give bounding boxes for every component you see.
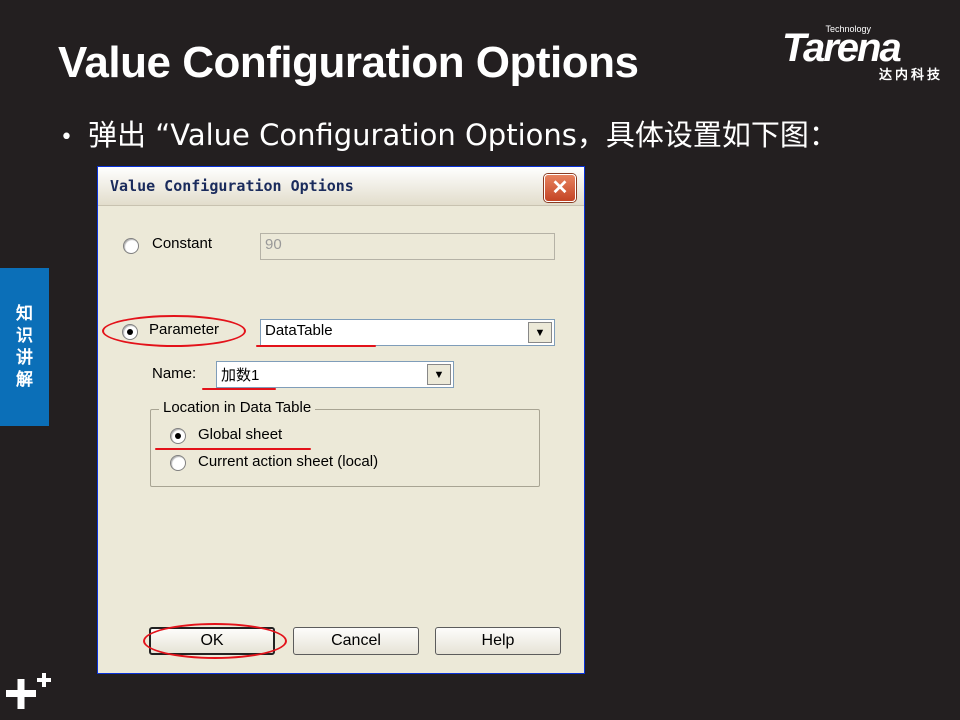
constant-value: 90	[265, 236, 282, 253]
constant-radio[interactable]	[123, 238, 139, 254]
tarena-logo: Technology Tarena 达内科技	[782, 24, 947, 84]
ok-highlight-ellipse	[143, 623, 287, 659]
bullet-dot-icon: •	[60, 124, 73, 150]
parameter-type-dropdown[interactable]: DataTable ▼	[260, 319, 555, 346]
bullet-text: 弹出 “Value Configuration Options，具体设置如下图：	[88, 118, 838, 152]
side-tab-char: 讲	[16, 348, 33, 368]
constant-label[interactable]: Constant	[152, 235, 212, 252]
location-group-title: Location in Data Table	[159, 399, 316, 416]
bullet-point: • 弹出 “Value Configuration Options，具体设置如下图…	[60, 112, 838, 154]
plus-logo-icon	[6, 673, 51, 709]
name-value: 加数1	[221, 367, 260, 384]
name-dropdown[interactable]: 加数1 ▼	[216, 361, 454, 388]
slide-title: Value Configuration Options	[58, 38, 639, 87]
value-configuration-dialog: Value Configuration Options ✕ Constant 9…	[97, 166, 585, 674]
dialog-title: Value Configuration Options	[110, 177, 354, 195]
side-tab-char: 知	[16, 304, 33, 324]
datatable-underline	[256, 345, 376, 347]
close-icon: ✕	[551, 177, 569, 199]
logo-wordmark: Tarena	[782, 26, 902, 70]
side-tab-char: 解	[16, 370, 33, 390]
cancel-button[interactable]: Cancel	[293, 627, 419, 655]
side-tab-knowledge: 知 识 讲 解	[0, 268, 49, 426]
constant-value-field: 90	[260, 233, 555, 260]
parameter-type-value: DataTable	[265, 322, 333, 339]
cancel-button-label: Cancel	[331, 632, 381, 649]
current-sheet-radio[interactable]	[170, 455, 186, 471]
global-sheet-radio[interactable]	[170, 428, 186, 444]
global-sheet-label[interactable]: Global sheet	[198, 426, 282, 443]
chevron-down-icon[interactable]: ▼	[528, 322, 552, 343]
current-sheet-label[interactable]: Current action sheet (local)	[198, 453, 378, 470]
dialog-titlebar[interactable]: Value Configuration Options ✕	[98, 167, 584, 206]
help-button-label: Help	[481, 632, 515, 649]
side-tab-char: 识	[16, 326, 33, 346]
logo-chinese-text: 达内科技	[878, 68, 943, 83]
chevron-down-icon[interactable]: ▼	[427, 364, 451, 385]
help-button[interactable]: Help	[435, 627, 561, 655]
global-sheet-underline	[155, 448, 311, 450]
name-value-underline	[202, 388, 276, 390]
name-label: Name:	[152, 365, 197, 382]
parameter-highlight-ellipse	[102, 315, 246, 347]
close-button[interactable]: ✕	[544, 174, 576, 202]
